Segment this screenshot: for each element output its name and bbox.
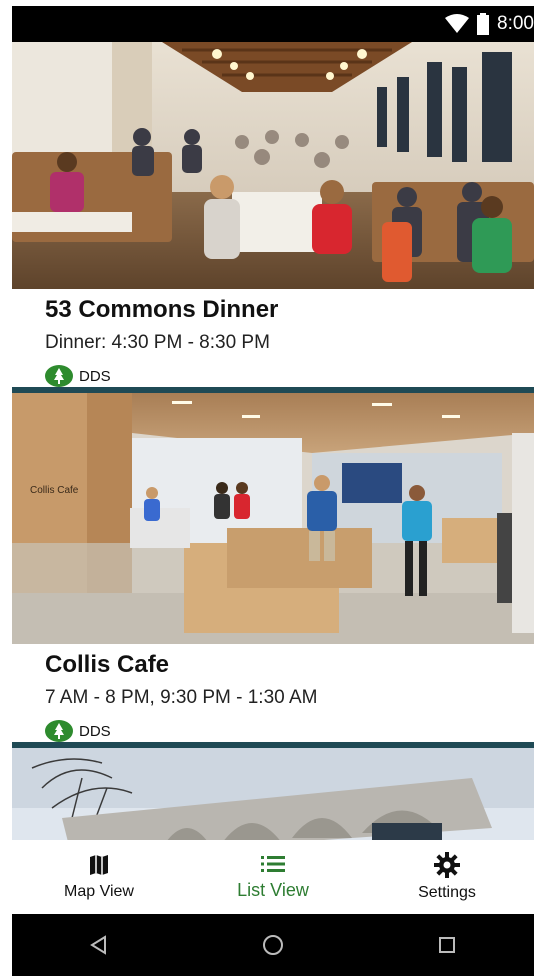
- wifi-icon: [445, 14, 470, 33]
- location-title: Collis Cafe: [45, 651, 170, 678]
- provider-badge: DDS: [45, 365, 534, 387]
- bottom-navigation: Map View List View Settings: [12, 840, 534, 914]
- system-navigation-bar: [12, 914, 534, 976]
- nav-settings-label: Settings: [418, 884, 476, 901]
- location-photo: [12, 42, 534, 289]
- back-icon: [90, 935, 106, 955]
- nav-map-view-label: Map View: [64, 883, 134, 900]
- svg-text:Collis Cafe: Collis Cafe: [30, 485, 79, 496]
- nav-list-view[interactable]: List View: [186, 840, 360, 914]
- status-bar: 8:00: [12, 6, 534, 42]
- provider-badge: DDS: [45, 720, 534, 742]
- dartmouth-pine-icon: [45, 720, 73, 742]
- recents-icon: [439, 937, 455, 953]
- status-time: 8:00: [497, 13, 534, 34]
- location-card-collis-cafe[interactable]: Collis Cafe Collis Cafe 7 AM - 8 PM, 9:3…: [12, 393, 534, 748]
- provider-label: DDS: [79, 722, 111, 740]
- location-hours: 7 AM - 8 PM, 9:30 PM - 1:30 AM: [45, 687, 318, 708]
- back-button[interactable]: [69, 920, 129, 970]
- nav-map-view[interactable]: Map View: [12, 840, 186, 914]
- location-info: Collis Cafe 7 AM - 8 PM, 9:30 PM - 1:30 …: [12, 644, 534, 742]
- provider-label: DDS: [79, 367, 111, 385]
- home-button[interactable]: [243, 920, 303, 970]
- dartmouth-pine-icon: [45, 365, 73, 387]
- location-info: 53 Commons Dinner Dinner: 4:30 PM - 8:30…: [12, 289, 534, 387]
- location-list[interactable]: 53 Commons Dinner Dinner: 4:30 PM - 8:30…: [12, 42, 534, 840]
- location-photo: [12, 748, 534, 840]
- recents-button[interactable]: [417, 920, 477, 970]
- location-card-53-commons[interactable]: 53 Commons Dinner Dinner: 4:30 PM - 8:30…: [12, 42, 534, 393]
- nav-list-view-label: List View: [237, 879, 309, 900]
- map-icon: [90, 855, 108, 875]
- location-photo: Collis Cafe: [12, 393, 534, 644]
- location-card-third[interactable]: [12, 748, 534, 840]
- list-icon: [261, 855, 285, 872]
- status-icons: 8:00: [445, 6, 534, 42]
- battery-icon: [477, 13, 490, 35]
- nav-settings[interactable]: Settings: [360, 840, 534, 914]
- location-hours: Dinner: 4:30 PM - 8:30 PM: [45, 332, 270, 353]
- home-icon: [263, 935, 283, 955]
- gear-icon: [434, 852, 460, 878]
- location-title: 53 Commons Dinner: [45, 296, 279, 323]
